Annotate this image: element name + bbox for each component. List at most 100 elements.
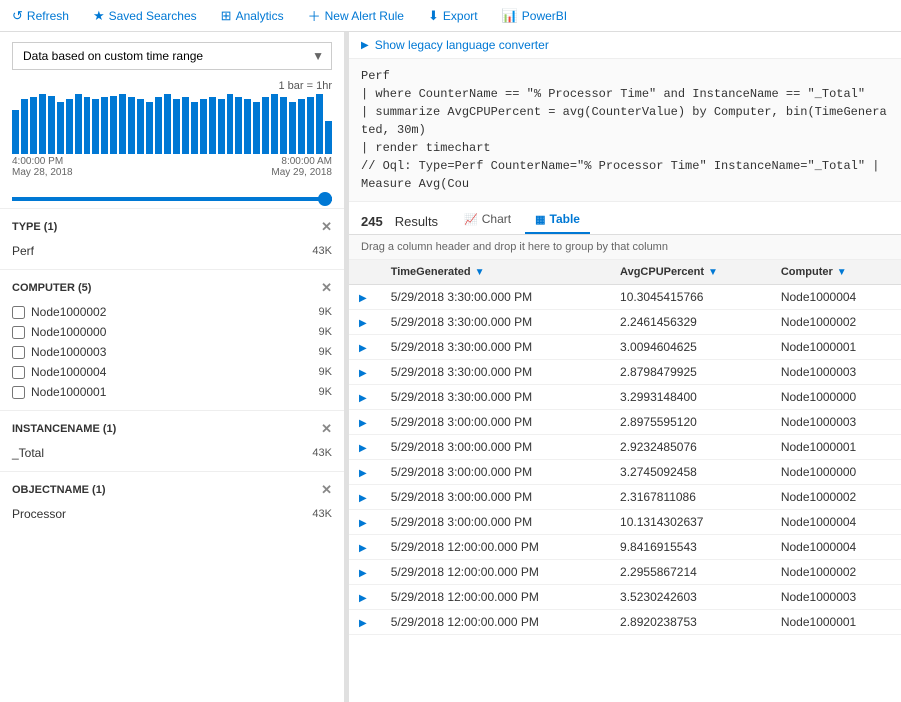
timegenerated-filter-icon[interactable]: ▼ [475,267,485,278]
col-header-avgcpupercent[interactable]: AvgCPUPercent ▼ [610,260,771,285]
histogram-bar [182,97,189,154]
table-icon: ▦ [535,213,545,226]
col-header-expand [349,260,381,285]
time-range-select[interactable]: Data based on custom time range [12,42,332,70]
instancename-filter-header: INSTANCENAME (1) ✕ [12,421,332,437]
histogram-bar [271,94,278,154]
computer-filter-icon[interactable]: ▼ [837,267,847,278]
expand-button[interactable]: ▶ [359,393,367,404]
objectname-filter-close[interactable]: ✕ [321,482,332,498]
histogram-bar [173,99,180,154]
computer-filter-node1000003: Node1000003 9K [12,342,332,362]
table-cell: 5/29/2018 3:00:00.000 PM [381,460,610,485]
computer-checkbox-node1000004[interactable] [12,366,25,379]
expand-button[interactable]: ▶ [359,443,367,454]
histogram-bar [146,102,153,154]
legacy-bar[interactable]: ▶ Show legacy language converter [349,32,901,59]
expand-button[interactable]: ▶ [359,618,367,629]
row-expand-cell: ▶ [349,435,381,460]
row-expand-cell: ▶ [349,335,381,360]
computer-checkbox-node1000003[interactable] [12,346,25,359]
col-header-computer[interactable]: Computer ▼ [771,260,901,285]
histogram-bar [253,102,260,154]
axis-right: 8:00:00 AM May 29, 2018 [271,156,332,178]
col-header-timegenerated[interactable]: TimeGenerated ▼ [381,260,610,285]
table-cell: 5/29/2018 3:30:00.000 PM [381,285,610,310]
table-cell: Node1000002 [771,485,901,510]
type-filter-name: Perf [12,244,34,258]
powerbi-icon: 📊 [502,8,518,24]
expand-button[interactable]: ▶ [359,518,367,529]
row-expand-cell: ▶ [349,310,381,335]
table-row: ▶5/29/2018 3:00:00.000 PM2.9232485076Nod… [349,435,901,460]
expand-button[interactable]: ▶ [359,418,367,429]
table-row: ▶5/29/2018 3:30:00.000 PM3.0094604625Nod… [349,335,901,360]
table-cell: Node1000004 [771,510,901,535]
instancename-filter-close[interactable]: ✕ [321,421,332,437]
expand-button[interactable]: ▶ [359,493,367,504]
table-cell: Node1000004 [771,285,901,310]
table-cell: 9.8416915543 [610,535,771,560]
objectname-filter-section: OBJECTNAME (1) ✕ Processor 43K [0,471,344,532]
table-cell: 5/29/2018 3:00:00.000 PM [381,485,610,510]
table-cell: 5/29/2018 12:00:00.000 PM [381,560,610,585]
expand-button[interactable]: ▶ [359,343,367,354]
expand-button[interactable]: ▶ [359,318,367,329]
table-cell: Node1000003 [771,585,901,610]
histogram-bar [30,97,37,154]
data-table: TimeGenerated ▼ AvgCPUPercent ▼ [349,260,901,635]
row-expand-cell: ▶ [349,460,381,485]
saved-searches-button[interactable]: ★ Saved Searches [89,6,201,26]
tab-chart[interactable]: 📈 Chart [454,208,521,234]
type-filter-section: TYPE (1) ✕ Perf 43K [0,208,344,269]
legacy-label: Show legacy language converter [375,38,549,52]
computer-filter-header: COMPUTER (5) ✕ [12,280,332,296]
left-panel: Data based on custom time range ▼ 1 bar … [0,32,345,702]
powerbi-button[interactable]: 📊 PowerBI [498,6,572,26]
histogram-bar [75,94,82,154]
histogram-bar [101,97,108,154]
computer-checkbox-node1000001[interactable] [12,386,25,399]
table-cell: 5/29/2018 3:30:00.000 PM [381,360,610,385]
histogram-bar [191,102,198,154]
table-cell: 10.3045415766 [610,285,771,310]
computer-filter-node1000001: Node1000001 9K [12,382,332,402]
new-alert-button[interactable]: ＋ New Alert Rule [304,4,408,27]
expand-button[interactable]: ▶ [359,468,367,479]
computer-filter-close[interactable]: ✕ [321,280,332,296]
analytics-button[interactable]: ⊞ Analytics [217,6,288,26]
tab-table[interactable]: ▦ Table [525,208,590,234]
row-expand-cell: ▶ [349,585,381,610]
table-cell: 2.2955867214 [610,560,771,585]
drag-hint: Drag a column header and drop it here to… [349,235,901,260]
time-range-slider[interactable] [12,197,332,201]
histogram-bar [21,99,28,154]
table-cell: 2.8798479925 [610,360,771,385]
computer-filter-section: COMPUTER (5) ✕ Node1000002 9K Node100000… [0,269,344,410]
histogram-bar [289,102,296,154]
histogram-bar [66,99,73,154]
row-expand-cell: ▶ [349,385,381,410]
histogram-bar [39,94,46,154]
time-range-selector: Data based on custom time range ▼ [12,42,332,70]
type-filter-close[interactable]: ✕ [321,219,332,235]
expand-button[interactable]: ▶ [359,593,367,604]
table-cell: 5/29/2018 3:30:00.000 PM [381,385,610,410]
expand-button[interactable]: ▶ [359,368,367,379]
grid-icon: ⊞ [221,8,232,24]
query-editor[interactable]: Perf | where CounterName == "% Processor… [349,59,901,202]
row-expand-cell: ▶ [349,535,381,560]
type-filter-count: 43K [312,245,332,257]
table-cell: Node1000002 [771,560,901,585]
chart-icon: 📈 [464,213,478,226]
computer-checkbox-node1000000[interactable] [12,326,25,339]
export-button[interactable]: ⬇ Export [424,6,482,26]
refresh-button[interactable]: ↺ Refresh [8,6,73,26]
avgcpupercent-filter-icon[interactable]: ▼ [708,267,718,278]
chevron-right-icon: ▶ [361,40,369,51]
expand-button[interactable]: ▶ [359,568,367,579]
expand-button[interactable]: ▶ [359,543,367,554]
computer-checkbox-node1000002[interactable] [12,306,25,319]
row-expand-cell: ▶ [349,510,381,535]
expand-button[interactable]: ▶ [359,293,367,304]
